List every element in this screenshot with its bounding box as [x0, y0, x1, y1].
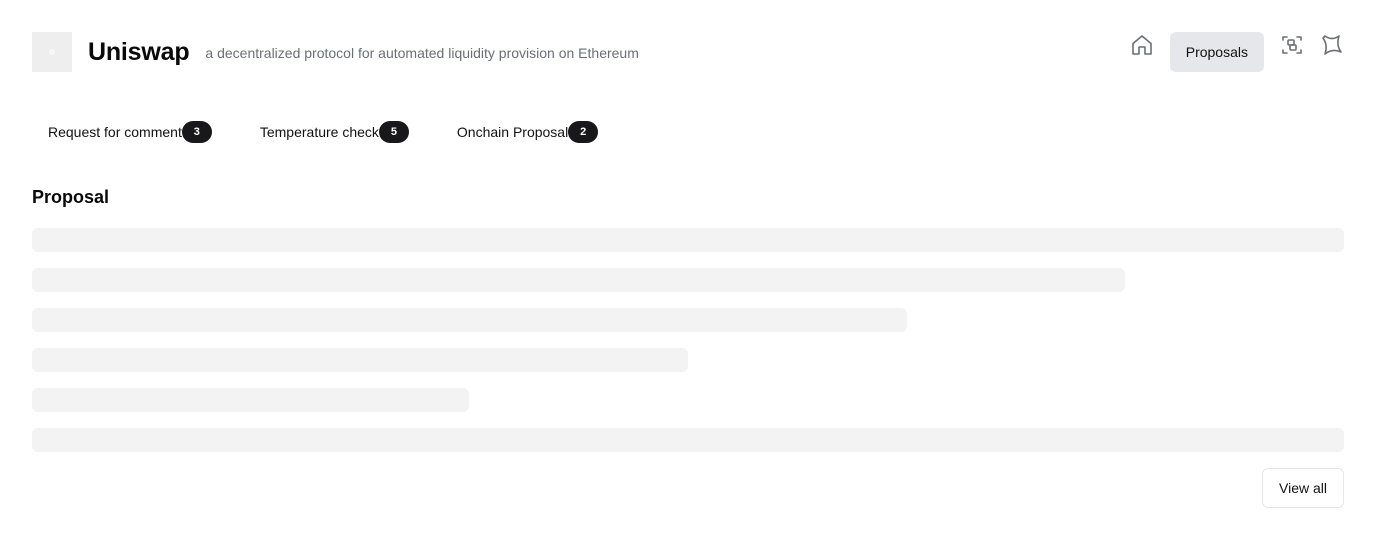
- count-badge: 2: [568, 121, 599, 143]
- tab-label: Temperature check: [259, 124, 379, 140]
- page: Uniswap a decentralized protocol for aut…: [0, 0, 1376, 540]
- tab-request-for-comment[interactable]: Request for comment 3: [32, 116, 228, 148]
- tab-label: Onchain Proposal: [456, 124, 569, 140]
- tab-label: Request for comment: [48, 124, 182, 140]
- tab-temperature-check[interactable]: Temperature check 5: [244, 116, 425, 148]
- skeleton-row: [32, 308, 907, 332]
- scan-icon[interactable]: [1280, 33, 1304, 57]
- view-all-button[interactable]: View all: [1262, 468, 1344, 508]
- skeleton-row: [32, 428, 1344, 452]
- wallet-icon[interactable]: [1320, 33, 1344, 57]
- proposal-tabs: Request for comment 3 Temperature check …: [32, 116, 630, 148]
- proposal-list-skeleton: [32, 228, 1344, 468]
- skeleton-row: [32, 268, 1125, 292]
- skeleton-row: [32, 388, 469, 412]
- home-icon[interactable]: [1130, 33, 1154, 57]
- tab-onchain-proposal[interactable]: Onchain Proposal 2: [441, 116, 614, 148]
- count-badge: 3: [181, 121, 212, 143]
- section-title: Proposal: [32, 187, 110, 207]
- header: Uniswap a decentralized protocol for aut…: [32, 32, 1344, 72]
- app-title: Uniswap: [88, 37, 190, 66]
- header-nav: Proposals: [1130, 32, 1344, 72]
- app-logo: [32, 32, 72, 72]
- proposals-button[interactable]: Proposals: [1169, 32, 1264, 72]
- skeleton-row: [32, 348, 688, 372]
- app-description: a decentralized protocol for automated l…: [205, 45, 639, 61]
- skeleton-row: [32, 228, 1344, 252]
- count-badge: 5: [378, 121, 409, 143]
- logo-placeholder-icon: [49, 49, 55, 55]
